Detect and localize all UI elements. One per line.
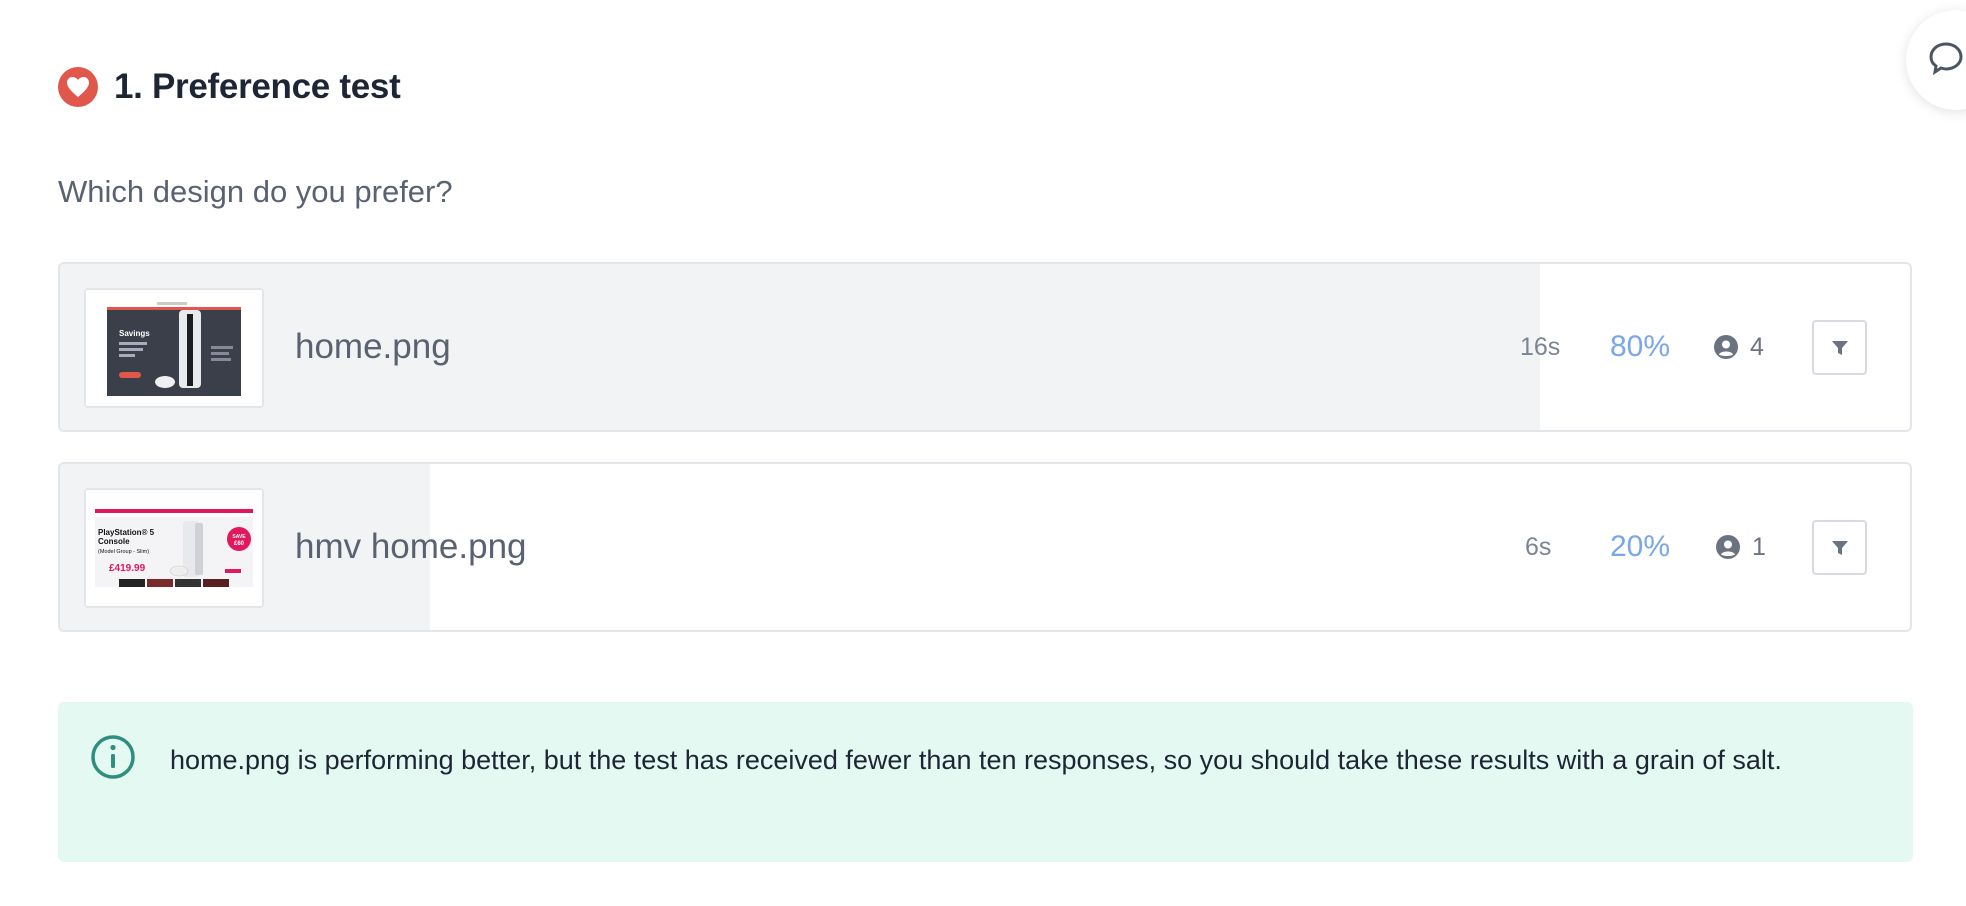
response-count-value: 1 (1752, 532, 1766, 561)
filter-button[interactable] (1812, 320, 1867, 375)
svg-text:PlayStation® 5: PlayStation® 5 (98, 528, 155, 537)
thumb-price: £419.99 (109, 563, 146, 574)
preference-percentage: 20% (1610, 530, 1671, 563)
thumb-heading: Savings (119, 329, 150, 338)
preference-option-row[interactable]: PlayStation® 5 Console (Model Group - Sl… (58, 462, 1912, 632)
info-message: home.png is performing better, but the t… (170, 745, 1782, 775)
preference-bar-fill (60, 264, 1540, 430)
option-thumbnail[interactable]: PlayStation® 5 Console (Model Group - Sl… (84, 488, 264, 608)
heart-icon (58, 67, 98, 107)
filter-icon (1831, 340, 1848, 355)
info-callout: home.png is performing better, but the t… (58, 702, 1913, 862)
option-filename: hmv home.png (295, 527, 527, 566)
svg-text:£60: £60 (234, 541, 245, 547)
option-thumbnail[interactable]: Savings (84, 288, 264, 408)
svg-text:SAVE: SAVE (232, 534, 246, 540)
info-icon (90, 734, 136, 785)
response-count: 1 (1716, 464, 1766, 630)
section-title: 1. Preference test (114, 67, 401, 106)
response-count-value: 4 (1750, 332, 1764, 361)
average-time: 6s (1525, 532, 1552, 561)
response-count: 4 (1714, 264, 1764, 430)
option-filename: home.png (295, 327, 451, 366)
chat-widget-button[interactable] (1906, 10, 1966, 110)
svg-text:Console: Console (98, 537, 130, 546)
average-time: 16s (1520, 332, 1561, 361)
chat-icon (1929, 42, 1963, 76)
user-icon (1716, 535, 1740, 559)
thumb-sub: (Model Group - Slim) (98, 549, 149, 555)
preference-option-row[interactable]: Savings home.png 16s 80% 4 (58, 262, 1912, 432)
section-header: 1. Preference test (58, 66, 401, 108)
user-icon (1714, 335, 1738, 359)
filter-icon (1831, 540, 1848, 555)
preference-percentage: 80% (1610, 330, 1671, 363)
question-text: Which design do you prefer? (58, 174, 453, 209)
filter-button[interactable] (1812, 520, 1867, 575)
